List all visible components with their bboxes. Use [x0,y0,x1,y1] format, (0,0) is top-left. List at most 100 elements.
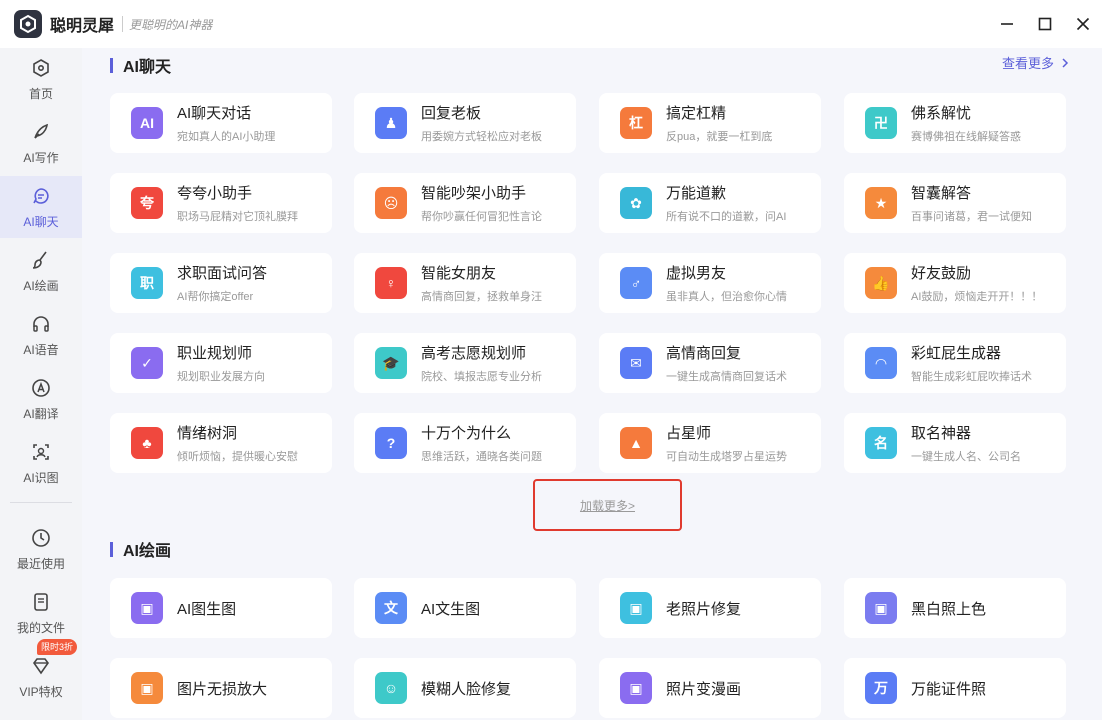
chat-card[interactable]: ♣ 情绪树洞 倾听烦恼，提供暖心安慰 [110,413,332,473]
card-description: 高情商回复，拯救单身汪 [421,291,542,303]
title-divider [122,16,124,32]
paint-card[interactable]: ☺ 模糊人脸修复 [354,658,576,718]
app-title: 聪明灵犀 [50,18,115,35]
paint-card[interactable]: ▣ 照片变漫画 [599,658,821,718]
chat-card-icon: 卍 [865,107,897,139]
card-text: 占星师 可自动生成塔罗占星运势 [666,422,787,464]
close-button[interactable] [1064,0,1102,48]
paint-card[interactable]: ▣ AI图生图 [110,578,332,638]
sidebar-item-ai-chat[interactable]: AI聊天 [0,176,82,238]
card-text: 情绪树洞 倾听烦恼，提供暖心安慰 [177,422,298,464]
chat-card[interactable]: ✿ 万能道歉 所有说不口的道歉，问AI [599,173,821,233]
sidebar-divider [10,502,72,503]
minimize-button[interactable] [988,0,1026,48]
card-text: 虚拟男友 虽非真人，但治愈你心情 [666,262,787,304]
sidebar: 首页 AI写作 AI聊天 AI绘画 AI语音 AI翻译 AI识图 最近使用 我的… [0,48,82,720]
card-title: 黑白照上色 [911,600,987,618]
card-text: 佛系解忧 赛博佛祖在线解疑答惑 [911,102,1021,144]
card-title: 取名神器 [911,425,972,442]
paint-card[interactable]: 万万能证件照 [844,658,1066,718]
card-title: 照片变漫画 [666,680,742,698]
sidebar-item-ai-writing[interactable]: AI写作 [0,112,82,174]
card-title: AI图生图 [177,600,237,618]
chat-card[interactable]: 名取名神器 一键生成人名、公司名 [844,413,1066,473]
title-bar: 聪明灵犀 更聪明的AI神器 [0,0,1102,48]
sidebar-item-label: AI写作 [23,150,59,165]
sidebar-item-label: 我的文件 [16,620,65,635]
minimize-icon [1001,23,1013,25]
card-title: 万能道歉 [666,185,727,202]
paint-card[interactable]: ▣ 图片无损放大 [110,658,332,718]
card-text: AI图生图 [177,598,236,619]
card-text: 职业规划师 规划职业发展方向 [177,342,265,384]
chat-card[interactable]: ▲ 占星师 可自动生成塔罗占星运势 [599,413,821,473]
section-title: AI绘画 [123,543,172,560]
chat-card[interactable]: AI AI聊天对话 宛如真人的AI小助理 [110,93,332,153]
chat-card-icon: ♀ [375,267,407,299]
card-title: 求职面试问答 [177,265,268,282]
card-title: 彩虹屁生成器 [911,345,1002,362]
maximize-button[interactable] [1026,0,1064,48]
chat-card[interactable]: 杠搞定杠精反pua，就要一杠到底 [599,93,821,153]
sidebar-item-ai-recognize[interactable]: AI识图 [0,432,82,494]
chat-card[interactable]: 卍佛系解忧 赛博佛祖在线解疑答惑 [844,93,1066,153]
card-text: 万能道歉 所有说不口的道歉，问AI [666,182,786,224]
see-more-label: 查看更多 [1001,56,1054,71]
sidebar-item-label: AI绘画 [23,278,59,293]
section-title: AI聊天 [123,59,172,76]
chat-card-icon: ★ [865,187,897,219]
chat-card[interactable]: 👍 好友鼓励 AI鼓励，烦恼走开开！！！ [844,253,1066,313]
load-more-link[interactable]: 加载更多> [580,497,635,514]
see-more-link[interactable]: 查看更多 [1002,53,1070,72]
card-description: 赛博佛祖在线解疑答惑 [911,131,1021,143]
paint-card[interactable]: 文 AI文生图 [354,578,576,638]
sidebar-item-ai-voice[interactable]: AI语音 [0,304,82,366]
card-title: 智能女朋友 [421,265,497,282]
card-description: 帮你吵赢任何冒犯性言论 [421,211,542,223]
card-title: 情绪树洞 [177,425,238,442]
card-text: 模糊人脸修复 [421,678,511,699]
chat-card[interactable]: ✓ 职业规划师 规划职业发展方向 [110,333,332,393]
chat-card[interactable]: ★ 智囊解答百事问诸葛，君一试便知 [844,173,1066,233]
chat-card[interactable]: ✉ 高情商回复 一键生成高情商回复话术 [599,333,821,393]
card-description: 百事问诸葛，君一试便知 [911,211,1032,223]
chat-card[interactable]: ♂ 虚拟男友 虽非真人，但治愈你心情 [599,253,821,313]
card-title: 智囊解答 [911,185,972,202]
paint-card[interactable]: ▣ 黑白照上色 [844,578,1066,638]
card-title: 搞定杠精 [666,105,727,122]
chat-card[interactable]: ? 十万个为什么 思维活跃，通晓各类问题 [354,413,576,473]
card-text: 图片无损放大 [177,678,267,699]
sidebar-item-ai-translate[interactable]: AI翻译 [0,368,82,430]
close-icon [1076,17,1090,31]
chat-card[interactable]: ♀ 智能女朋友高情商回复，拯救单身汪 [354,253,576,313]
sidebar-item-home[interactable]: 首页 [0,48,82,110]
home-icon [30,57,52,79]
chat-card[interactable]: ☹ 智能吵架小助手 帮你吵赢任何冒犯性言论 [354,173,576,233]
paint-card[interactable]: ▣ 老照片修复 [599,578,821,638]
sidebar-item-my-files[interactable]: 我的文件 [0,582,82,644]
sidebar-item-label: AI识图 [23,470,59,485]
sidebar-item-vip[interactable]: VIP特权 [0,646,82,708]
card-text: 搞定杠精反pua，就要一杠到底 [666,102,772,144]
card-text: 黑白照上色 [911,598,986,619]
sidebar-item-ai-painting[interactable]: AI绘画 [0,240,82,302]
chat-card-icon: 👍 [865,267,897,299]
sidebar-item-recent[interactable]: 最近使用 [0,518,82,580]
card-description: 可自动生成塔罗占星运势 [666,451,787,463]
card-description: 反pua，就要一杠到底 [666,131,773,143]
card-title: 回复老板 [421,105,482,122]
chat-card[interactable]: 夸夸夸小助手 职场马屁精对它顶礼膜拜 [110,173,332,233]
card-text: 取名神器 一键生成人名、公司名 [911,422,1021,464]
maximize-icon [1038,17,1052,31]
chat-card[interactable]: ◠ 彩虹屁生成器 智能生成彩虹屁吹捧话术 [844,333,1066,393]
card-text: 高考志愿规划师 院校、填报志愿专业分析 [421,342,542,384]
chat-card-icon: ▲ [620,427,652,459]
chat-card[interactable]: 🎓 高考志愿规划师 院校、填报志愿专业分析 [354,333,576,393]
chat-card-icon: ♂ [620,267,652,299]
chat-card[interactable]: ♟ 回复老板 用委婉方式轻松应对老板 [354,93,576,153]
chat-card-icon: 杠 [620,107,652,139]
chat-card-icon: ✓ [131,347,163,379]
diamond-icon [30,655,52,677]
chat-card[interactable]: 职求职面试问答 AI帮你搞定offer [110,253,332,313]
card-description: AI帮你搞定offer [177,291,254,303]
